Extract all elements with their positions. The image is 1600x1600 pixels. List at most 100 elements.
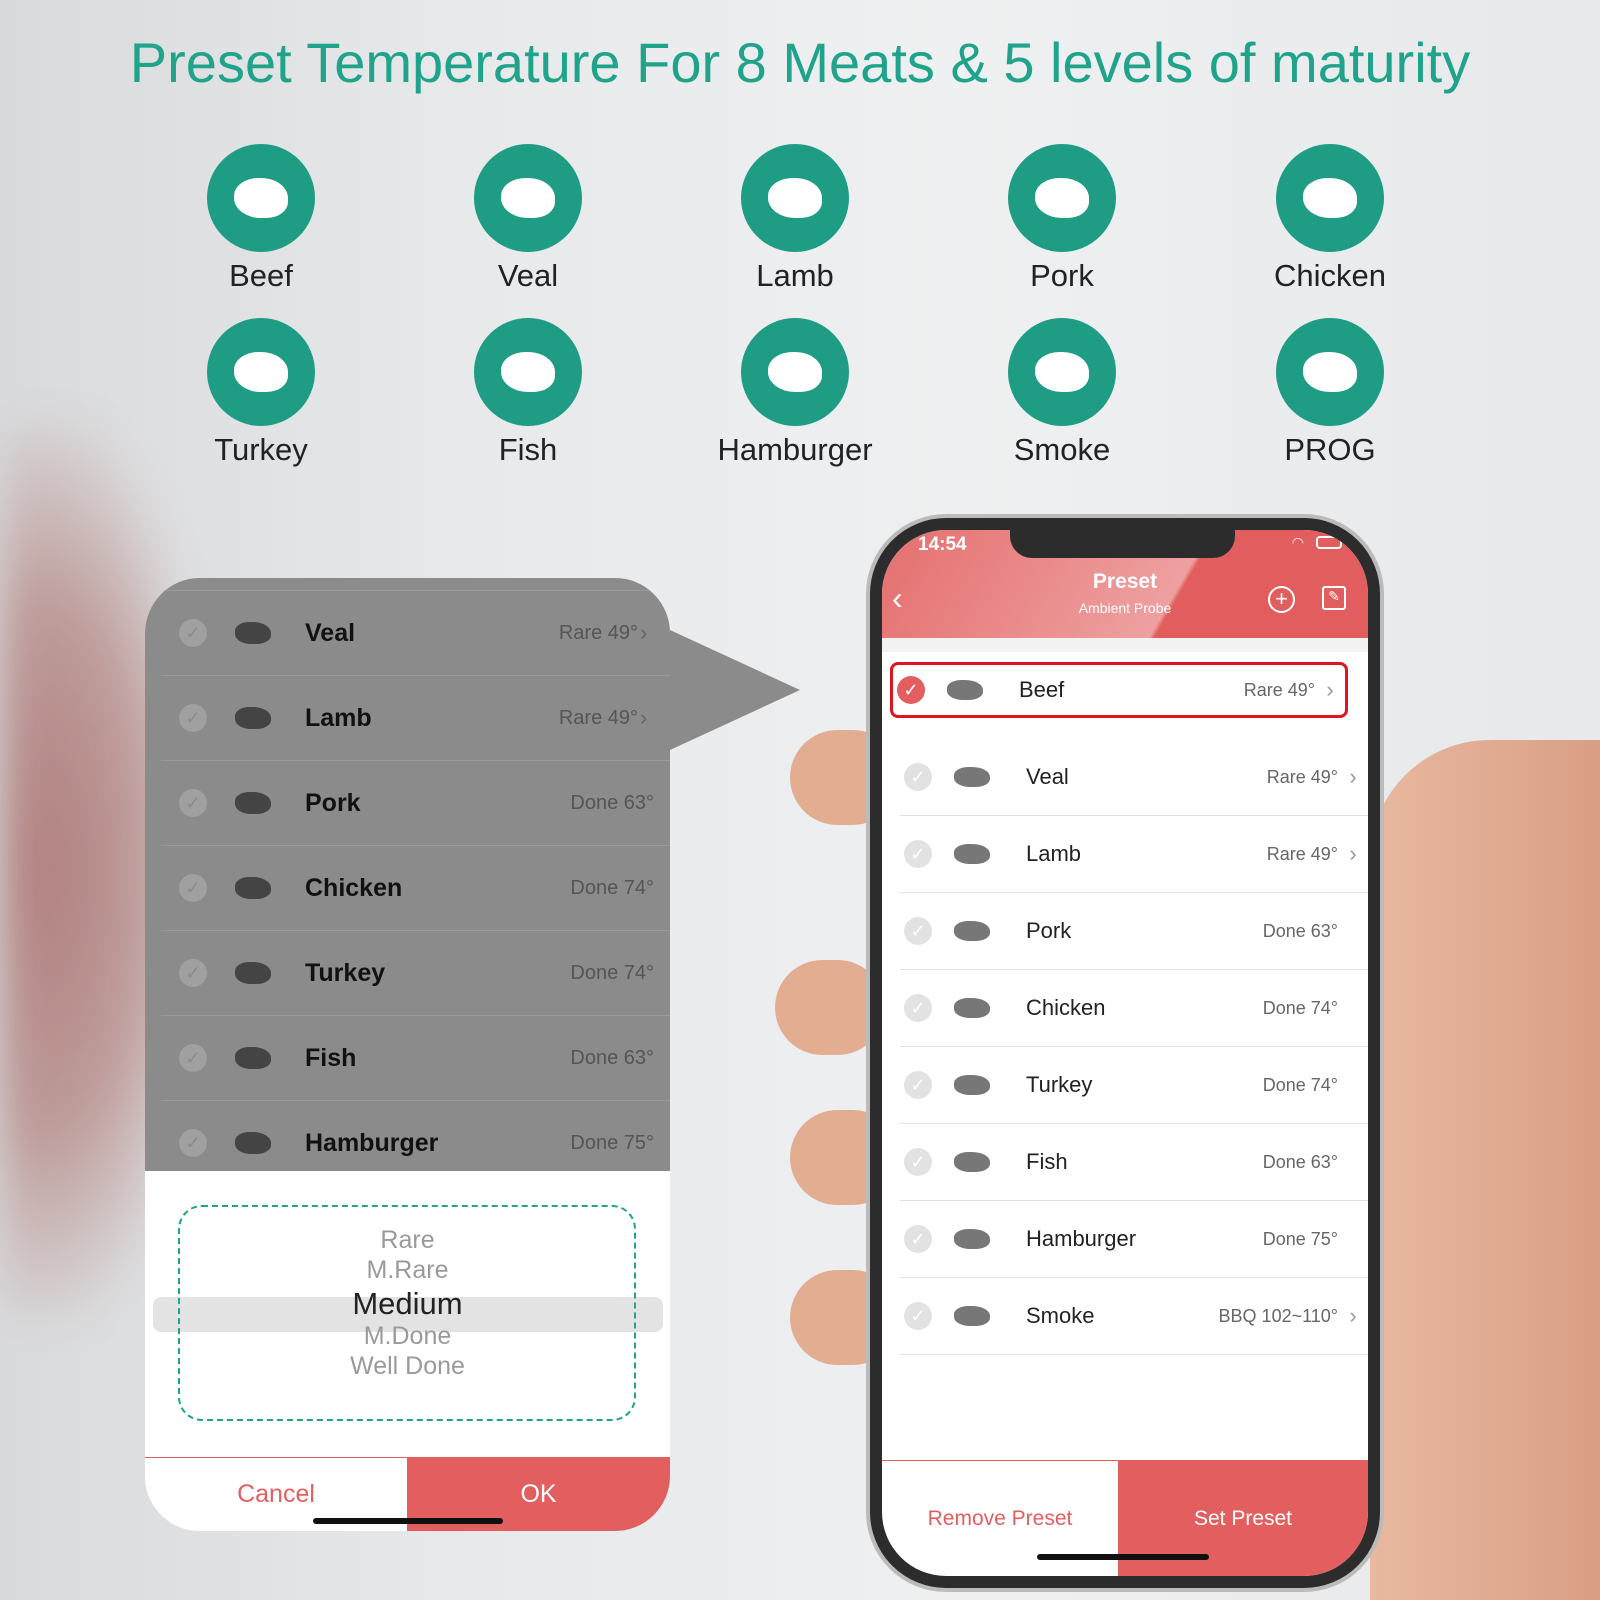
item-name: Turkey — [1026, 1072, 1093, 1097]
popup-list-item[interactable]: ✓ Lamb Rare 49° › — [161, 675, 670, 760]
meat-icon — [235, 962, 271, 984]
meat-option-fish: Fish — [428, 318, 628, 468]
check-icon[interactable]: ✓ — [179, 1129, 207, 1157]
item-value: Done 63° — [570, 791, 654, 814]
gear-icon — [1276, 318, 1384, 426]
picker-option[interactable]: M.Rare — [145, 1256, 670, 1285]
home-indicator — [313, 1518, 503, 1524]
item-name: Chicken — [1026, 995, 1106, 1020]
hamburger-icon — [741, 318, 849, 426]
calf-head-icon — [474, 144, 582, 252]
check-icon[interactable]: ✓ — [904, 1225, 932, 1253]
ram-head-icon — [741, 144, 849, 252]
edit-icon[interactable]: ✎ — [1322, 586, 1346, 610]
popup-list-item[interactable]: ✓ Fish Done 63° — [161, 1015, 670, 1100]
meat-icon — [235, 707, 271, 729]
preset-list-item[interactable]: ✓ Lamb Rare 49° › — [900, 816, 1368, 893]
check-icon[interactable]: ✓ — [904, 917, 932, 945]
callout-arrow — [670, 630, 800, 750]
item-value: Rare 49° — [1266, 766, 1338, 787]
item-name: Beef — [1019, 677, 1065, 702]
meat-icon — [954, 1075, 990, 1095]
meat-label: Turkey — [214, 432, 308, 467]
picker-option[interactable]: Rare — [145, 1226, 670, 1255]
meat-label: Beef — [229, 258, 293, 293]
item-name: Lamb — [1026, 841, 1082, 866]
check-icon[interactable]: ✓ — [179, 619, 207, 647]
check-icon[interactable]: ✓ — [904, 763, 932, 791]
header-spacer — [882, 638, 1368, 652]
preset-list-item[interactable]: ✓ Fish Done 63° — [900, 1124, 1368, 1201]
popup-list-item[interactable]: ✓ Veal Rare 49° › — [161, 590, 670, 675]
preset-list-item[interactable]: ✓ Hamburger Done 75° — [900, 1201, 1368, 1278]
check-icon[interactable]: ✓ — [904, 840, 932, 868]
preset-list-item[interactable]: ✓ Veal Rare 49° › — [900, 739, 1368, 816]
phone-screen: 14:54 ◠ ‹ Preset Ambient Probe + ✎ ✓ Beef… — [882, 530, 1368, 1576]
popup-list-item[interactable]: ✓ Hamburger Done 75° — [161, 1100, 670, 1185]
item-value: Done 63° — [1262, 1151, 1338, 1172]
check-icon[interactable]: ✓ — [904, 1071, 932, 1099]
picker-option[interactable]: M.Done — [145, 1322, 670, 1351]
check-icon[interactable]: ✓ — [179, 704, 207, 732]
item-name: Pork — [305, 788, 361, 817]
meat-icon — [235, 1047, 271, 1069]
wifi-icon: ◠ — [1291, 534, 1304, 550]
preset-list-item[interactable]: ✓ Turkey Done 74° — [900, 1047, 1368, 1124]
maturity-popup: ✓ Veal Rare 49° › ✓ Lamb Rare 49° › ✓ Pork Done 63… — [145, 578, 670, 1531]
check-icon[interactable]: ✓ — [904, 1302, 932, 1330]
popup-list-item[interactable]: ✓ Chicken Done 74° — [161, 845, 670, 930]
item-name: Pork — [1026, 918, 1072, 943]
chevron-right-icon: › — [640, 620, 648, 645]
meat-option-pork: Pork — [962, 144, 1162, 294]
grill-icon — [1008, 318, 1116, 426]
picker-option[interactable]: Medium — [145, 1286, 670, 1322]
check-icon[interactable]: ✓ — [897, 676, 925, 704]
check-icon[interactable]: ✓ — [904, 1148, 932, 1176]
rooster-icon — [1276, 144, 1384, 252]
item-name: Hamburger — [1026, 1226, 1137, 1251]
meat-option-prog: PROG — [1230, 318, 1430, 468]
preset-list-item[interactable]: ✓ Smoke BBQ 102~110° › — [900, 1278, 1368, 1355]
meat-option-smoke: Smoke — [962, 318, 1162, 468]
meat-label: Smoke — [1013, 432, 1111, 467]
popup-preset-list: ✓ Veal Rare 49° › ✓ Lamb Rare 49° › ✓ Pork Done 63… — [145, 578, 670, 1171]
preset-list-item[interactable]: ✓ Beef Rare 49° › — [890, 662, 1348, 718]
meat-option-chicken: Chicken — [1230, 144, 1430, 294]
chevron-right-icon: › — [640, 705, 648, 730]
check-icon[interactable]: ✓ — [179, 959, 207, 987]
meat-icon — [954, 1152, 990, 1172]
chevron-right-icon: › — [1349, 841, 1357, 866]
item-name: Veal — [1026, 764, 1069, 789]
headline: Preset Temperature For 8 Meats & 5 level… — [129, 31, 1471, 94]
meat-option-turkey: Turkey — [161, 318, 361, 468]
preset-list-item[interactable]: ✓ Pork Done 63° — [900, 893, 1368, 970]
item-value: BBQ 102~110° — [1218, 1305, 1338, 1326]
popup-list-item[interactable]: ✓ Turkey Done 74° — [161, 930, 670, 1015]
meat-icon — [235, 622, 271, 644]
chevron-right-icon: › — [1349, 1303, 1357, 1328]
pig-icon — [1008, 144, 1116, 252]
picker-option[interactable]: Well Done — [145, 1352, 670, 1381]
meat-icon — [235, 877, 271, 899]
preset-list-item[interactable]: ✓ Chicken Done 74° — [900, 970, 1368, 1047]
item-name: Fish — [305, 1043, 357, 1072]
item-value: Done 63° — [570, 1046, 654, 1069]
item-name: Lamb — [305, 703, 372, 732]
item-name: Chicken — [305, 873, 403, 902]
add-icon[interactable]: + — [1268, 586, 1295, 613]
meat-option-veal: Veal — [428, 144, 628, 294]
battery-icon — [1316, 536, 1342, 549]
meat-icon — [954, 998, 990, 1018]
check-icon[interactable]: ✓ — [179, 874, 207, 902]
meat-icon — [235, 792, 271, 814]
item-value: Done 74° — [1262, 1074, 1338, 1095]
popup-list-item[interactable]: ✓ Pork Done 63° — [161, 760, 670, 845]
check-icon[interactable]: ✓ — [179, 1044, 207, 1072]
check-icon[interactable]: ✓ — [179, 789, 207, 817]
item-value: Rare 49° — [1243, 679, 1315, 700]
item-value: Done 74° — [1262, 997, 1338, 1018]
check-icon[interactable]: ✓ — [904, 994, 932, 1022]
meat-label: Veal — [497, 258, 559, 293]
meat-label: Hamburger — [717, 432, 873, 467]
item-value: Rare 49° — [1266, 843, 1338, 864]
